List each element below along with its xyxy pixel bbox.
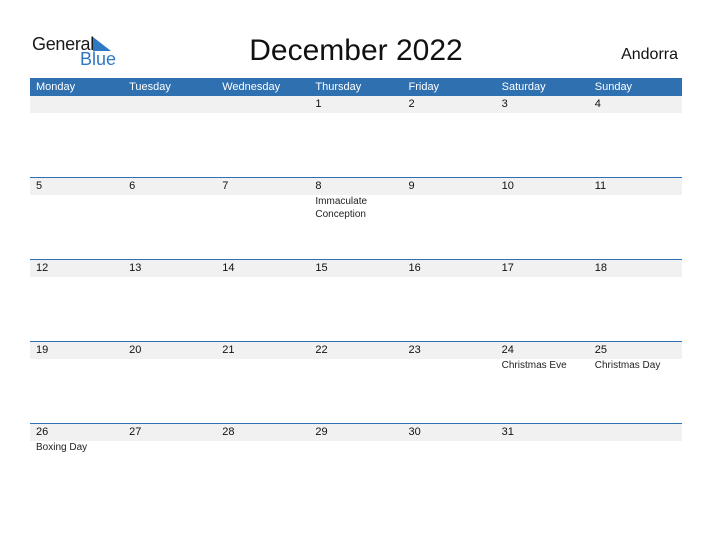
day-number: 16 (408, 262, 421, 274)
day-cell: 4 (589, 96, 682, 113)
week-row: 19 20 21 22 23 24 Christmas Eve 25 Christmas Day (30, 341, 682, 423)
day-cell: 31 (496, 424, 589, 454)
day-number: 23 (408, 344, 421, 356)
weekday-monday: Monday (36, 81, 76, 93)
weekday-thursday: Thursday (315, 81, 362, 93)
day-number (129, 96, 216, 113)
day-cell: 3 (496, 96, 589, 113)
country-label: Andorra (621, 46, 678, 63)
day-cell: 21 (216, 342, 309, 372)
week-row: 5 6 7 8 Immaculate Conception 9 10 11 (30, 177, 682, 259)
day-cell: 5 (30, 178, 123, 221)
holiday-label: Immaculate Conception (315, 196, 368, 220)
day-cell: 7 (216, 178, 309, 221)
week-row: 1 2 3 4 (30, 96, 682, 177)
day-number: 17 (501, 262, 514, 274)
day-cell: 19 (30, 342, 123, 372)
day-number: 20 (129, 344, 142, 356)
day-cell: 8 Immaculate Conception (309, 178, 402, 221)
day-cell: 17 (496, 260, 589, 277)
day-number: 25 (594, 344, 607, 356)
day-cell: 1 (309, 96, 402, 113)
week-row: 26 Boxing Day 27 28 29 30 31 (30, 423, 682, 505)
day-cell: 9 (403, 178, 496, 221)
day-cell: 2 (403, 96, 496, 113)
day-number: 18 (594, 262, 607, 274)
day-cell: 18 (589, 260, 682, 277)
weekday-friday: Friday (408, 81, 440, 93)
day-cell: 15 (309, 260, 402, 277)
day-number: 31 (501, 426, 514, 438)
day-number: 6 (129, 180, 136, 192)
day-cell (216, 96, 309, 113)
day-cell: 14 (216, 260, 309, 277)
weekday-sunday: Sunday (594, 81, 633, 93)
day-cell: 30 (403, 424, 496, 454)
day-cell: 25 Christmas Day (589, 342, 682, 372)
weekday-wednesday: Wednesday (222, 81, 281, 93)
day-cell: 29 (309, 424, 402, 454)
day-number: 15 (315, 262, 328, 274)
day-number: 1 (315, 98, 322, 110)
day-number: 26 (36, 426, 49, 438)
day-number: 8 (315, 180, 322, 192)
holiday-label: Christmas Day (594, 360, 661, 371)
page-title: December 2022 (249, 34, 463, 67)
day-cell: 12 (30, 260, 123, 277)
day-number: 27 (129, 426, 142, 438)
day-number: 29 (315, 426, 328, 438)
day-cell: 27 (123, 424, 216, 454)
day-cell (30, 96, 123, 113)
day-number: 9 (408, 180, 415, 192)
day-number: 21 (222, 344, 235, 356)
day-number: 14 (222, 262, 235, 274)
day-cell: 23 (403, 342, 496, 372)
day-cell: 28 (216, 424, 309, 454)
calendar-grid: Monday Tuesday Wednesday Thursday Friday Satu… (30, 78, 682, 505)
day-number: 2 (408, 98, 415, 110)
day-cell (589, 424, 682, 454)
day-number: 30 (408, 426, 421, 438)
day-cell: 10 (496, 178, 589, 221)
day-number: 28 (222, 426, 235, 438)
day-cell: 16 (403, 260, 496, 277)
day-cell: 13 (123, 260, 216, 277)
day-number: 3 (501, 98, 508, 110)
week-row: 12 13 14 15 16 17 18 (30, 259, 682, 341)
day-number (595, 424, 682, 441)
day-cell: 6 (123, 178, 216, 221)
day-number: 19 (36, 344, 49, 356)
holiday-label: Boxing Day (36, 442, 88, 453)
day-number: 22 (315, 344, 328, 356)
day-number (222, 96, 309, 113)
day-number: 7 (222, 180, 229, 192)
day-cell: 26 Boxing Day (30, 424, 123, 454)
day-number (36, 96, 123, 113)
day-number: 10 (501, 180, 514, 192)
day-number: 11 (594, 180, 607, 192)
day-number: 13 (129, 262, 142, 274)
day-cell (123, 96, 216, 113)
day-number: 4 (594, 98, 601, 110)
day-number: 5 (36, 180, 43, 192)
holiday-label: Christmas Eve (501, 360, 567, 371)
day-number: 24 (501, 344, 514, 356)
weekday-saturday: Saturday (501, 81, 546, 93)
weekday-tuesday: Tuesday (129, 81, 171, 93)
weekday-header: Monday Tuesday Wednesday Thursday Friday Satu… (30, 78, 682, 96)
day-cell: 22 (309, 342, 402, 372)
day-cell: 11 (589, 178, 682, 221)
day-cell: 20 (123, 342, 216, 372)
day-cell: 24 Christmas Eve (496, 342, 589, 372)
day-number: 12 (36, 262, 49, 274)
